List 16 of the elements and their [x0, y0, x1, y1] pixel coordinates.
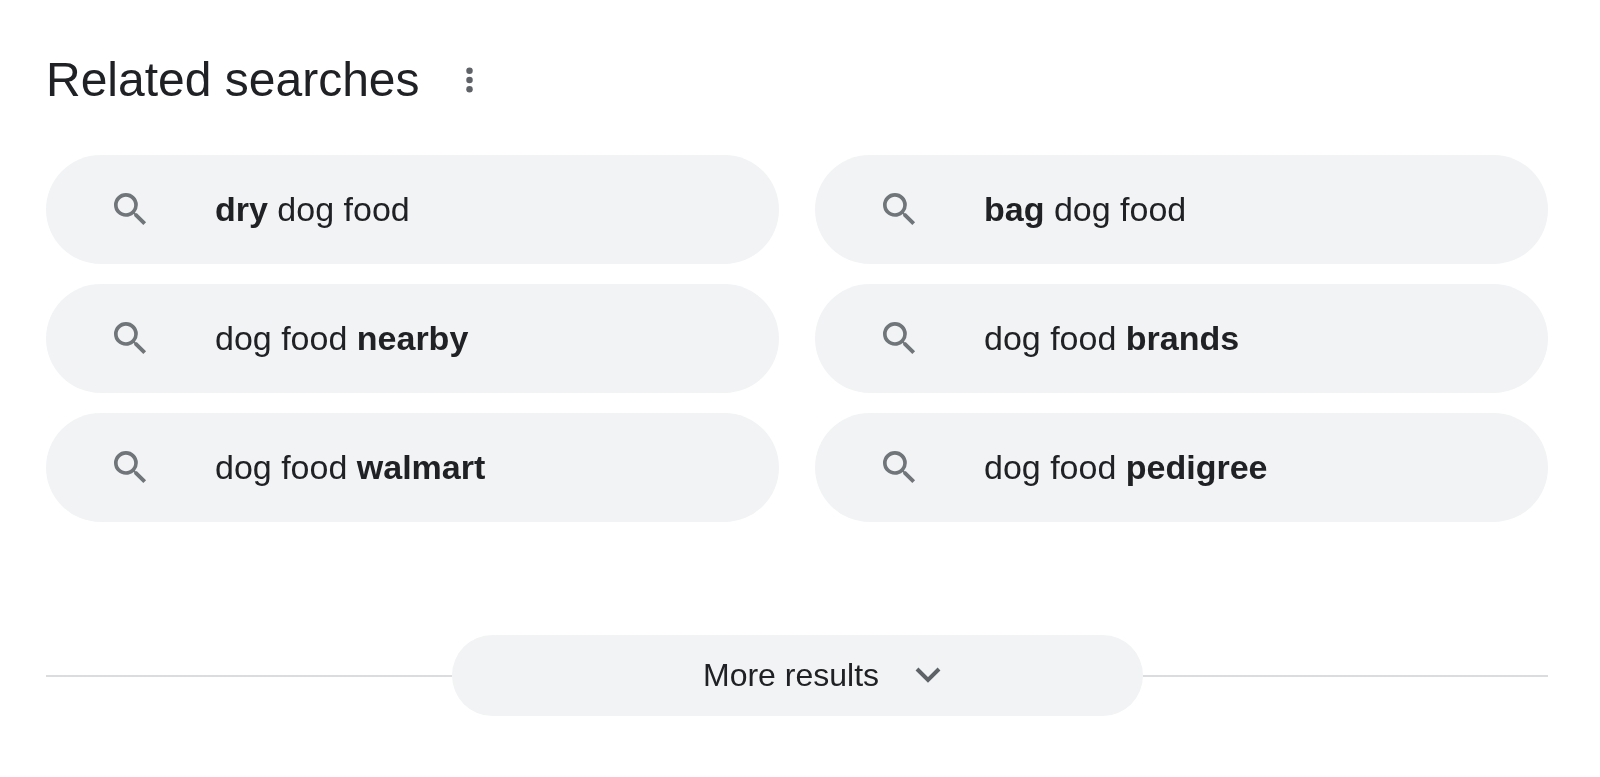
related-search-link[interactable]: dog food nearby [46, 284, 779, 393]
related-search-link[interactable]: dog food brands [815, 284, 1548, 393]
search-icon [883, 193, 916, 226]
search-icon [114, 451, 147, 484]
related-search-link[interactable]: dog food walmart [46, 413, 779, 522]
more-results-button[interactable]: More results [451, 635, 1143, 716]
section-title: Related searches [46, 52, 420, 108]
related-search-link[interactable]: dry dog food [46, 155, 779, 264]
related-search-link[interactable]: bag dog food [815, 155, 1548, 264]
related-search-link[interactable]: dog food pedigree [815, 413, 1548, 522]
chevron-down-icon [915, 667, 941, 684]
search-icon [883, 451, 916, 484]
more-options-icon[interactable] [464, 67, 474, 93]
search-icon [114, 322, 147, 355]
search-icon [114, 193, 147, 226]
search-icon [883, 322, 916, 355]
